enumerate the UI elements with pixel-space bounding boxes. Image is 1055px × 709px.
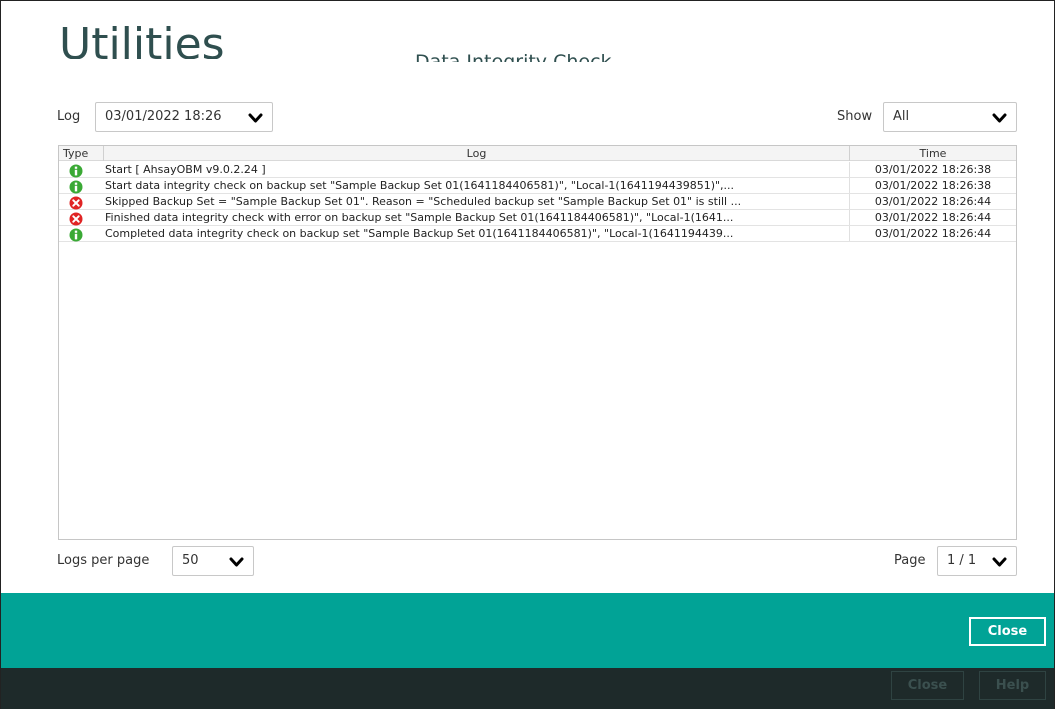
log-message-cell: Start data integrity check on backup set… <box>105 179 735 192</box>
column-header-time[interactable]: Time <box>849 146 1016 161</box>
log-time-cell: 03/01/2022 18:26:44 <box>849 226 1016 241</box>
log-date-value: 03/01/2022 18:26 <box>105 109 222 124</box>
log-date-select[interactable]: 03/01/2022 18:26 <box>95 102 273 132</box>
type-cell <box>69 163 83 178</box>
type-cell <box>69 179 83 194</box>
chevron-down-icon <box>248 113 263 123</box>
close-button[interactable]: Close <box>969 617 1046 646</box>
show-filter-select[interactable]: All <box>883 102 1017 132</box>
logs-per-page-select[interactable]: 50 <box>172 546 254 576</box>
log-message-cell: Completed data integrity check on backup… <box>105 227 734 240</box>
table-row[interactable]: Start [ AhsayOBM v9.0.2.24 ] 03/01/2022 1… <box>59 162 1016 178</box>
background-help-button: Help <box>979 671 1046 700</box>
log-message-cell: Start [ AhsayOBM v9.0.2.24 ] <box>105 163 266 176</box>
log-table[interactable]: Type Log Time Start [ AhsayOBM v9.0.2.24… <box>58 145 1017 540</box>
log-time-cell: 03/01/2022 18:26:38 <box>849 162 1016 177</box>
table-header: Type Log Time <box>59 146 1016 161</box>
table-row[interactable]: Finished data integrity check with error… <box>59 210 1016 226</box>
error-x-circle-icon <box>69 212 83 226</box>
background-close-button: Close <box>891 671 964 700</box>
log-message-cell: Skipped Backup Set = "Sample Backup Set … <box>105 195 742 208</box>
page-label: Page <box>894 553 926 568</box>
type-cell <box>69 227 83 242</box>
show-label: Show <box>837 109 873 124</box>
chevron-down-icon <box>992 113 1007 123</box>
logs-per-page-value: 50 <box>182 553 199 568</box>
table-row[interactable]: Skipped Backup Set = "Sample Backup Set … <box>59 194 1016 210</box>
info-circle-icon <box>69 164 83 178</box>
log-time-cell: 03/01/2022 18:26:44 <box>849 194 1016 209</box>
log-label: Log <box>57 109 81 124</box>
page-select[interactable]: 1 / 1 <box>937 546 1017 576</box>
type-cell <box>69 211 83 226</box>
chevron-down-icon <box>229 557 244 567</box>
column-header-type[interactable]: Type <box>63 146 103 161</box>
page-value: 1 / 1 <box>947 553 977 568</box>
info-circle-icon <box>69 180 83 194</box>
show-filter-value: All <box>893 109 910 124</box>
background-title: Utilities <box>59 19 225 59</box>
background-subtitle: Data Integrity Check <box>415 51 612 63</box>
chevron-down-icon <box>992 557 1007 567</box>
log-dialog: Log 03/01/2022 18:26 Show All Type Log T… <box>1 62 1054 593</box>
table-row[interactable]: Completed data integrity check on backup… <box>59 226 1016 242</box>
column-header-log[interactable]: Log <box>103 146 849 161</box>
log-message-cell: Finished data integrity check with error… <box>105 211 734 224</box>
type-cell <box>69 195 83 210</box>
log-time-cell: 03/01/2022 18:26:38 <box>849 178 1016 193</box>
log-time-cell: 03/01/2022 18:26:44 <box>849 210 1016 225</box>
dialog-footer <box>1 593 1054 668</box>
table-row[interactable]: Start data integrity check on backup set… <box>59 178 1016 194</box>
logs-per-page-label: Logs per page <box>57 553 150 568</box>
error-x-circle-icon <box>69 196 83 210</box>
info-circle-icon <box>69 228 83 242</box>
